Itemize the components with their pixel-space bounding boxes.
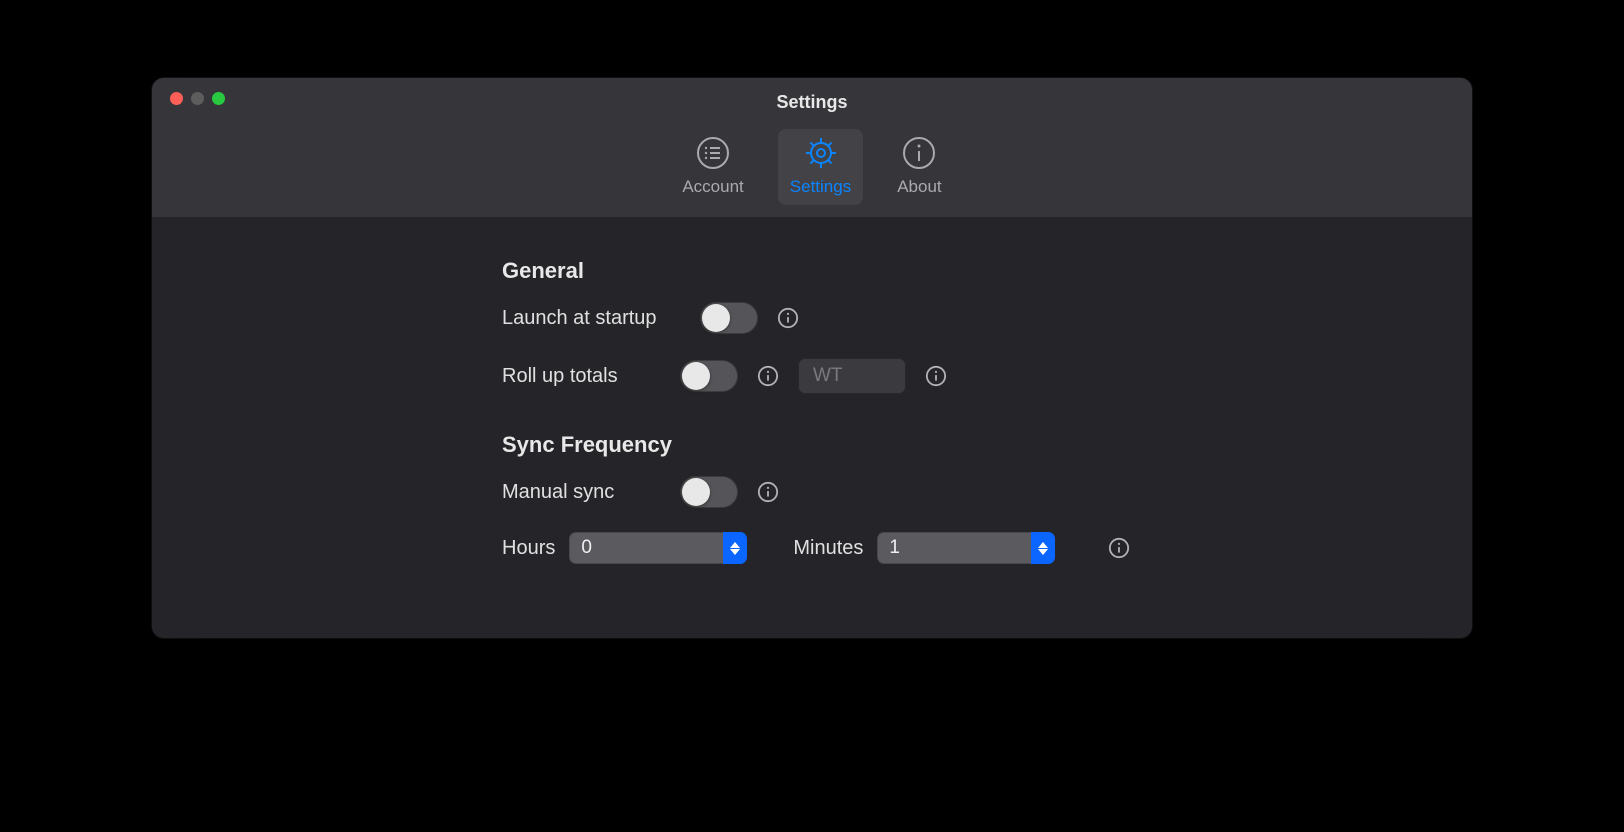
manual-sync-label: Manual sync <box>502 481 662 504</box>
toggle-knob <box>702 304 730 332</box>
hours-value: 0 <box>569 537 723 559</box>
toggle-knob <box>682 478 710 506</box>
minutes-select[interactable]: 1 <box>877 532 1055 564</box>
tab-account[interactable]: Account <box>670 129 755 205</box>
rollup-toggle[interactable] <box>680 360 738 392</box>
toggle-knob <box>682 362 710 390</box>
launch-info-icon[interactable] <box>776 306 800 330</box>
rollup-input[interactable] <box>798 358 906 394</box>
rollup-label: Roll up totals <box>502 365 662 388</box>
minutes-value: 1 <box>877 537 1031 559</box>
rollup-tag-info-icon[interactable] <box>924 364 948 388</box>
traffic-lights <box>170 92 225 105</box>
gear-icon <box>803 135 839 171</box>
stepper-arrows-icon <box>1031 532 1055 564</box>
hours-label: Hours <box>502 537 555 560</box>
maximize-button[interactable] <box>212 92 225 105</box>
window-title: Settings <box>170 92 1454 119</box>
rollup-row: Roll up totals <box>502 358 1412 394</box>
minutes-label: Minutes <box>793 537 863 560</box>
info-icon <box>901 135 937 171</box>
manual-sync-row: Manual sync <box>502 476 1412 508</box>
rollup-info-icon[interactable] <box>756 364 780 388</box>
sync-heading: Sync Frequency <box>502 432 1412 458</box>
content-pane: General Launch at startup Roll up totals <box>152 218 1472 638</box>
tab-settings-label: Settings <box>790 177 851 197</box>
tab-about-label: About <box>897 177 941 197</box>
close-button[interactable] <box>170 92 183 105</box>
launch-toggle[interactable] <box>700 302 758 334</box>
tab-about[interactable]: About <box>885 129 953 205</box>
settings-window: Settings Account <box>152 78 1472 638</box>
frequency-info-icon[interactable] <box>1107 536 1131 560</box>
list-icon <box>695 135 731 171</box>
minimize-button[interactable] <box>191 92 204 105</box>
frequency-row: Hours 0 Minutes 1 <box>502 532 1412 564</box>
stepper-arrows-icon <box>723 532 747 564</box>
hours-select[interactable]: 0 <box>569 532 747 564</box>
titlebar: Settings Account <box>152 78 1472 218</box>
tab-settings[interactable]: Settings <box>778 129 863 205</box>
manual-sync-toggle[interactable] <box>680 476 738 508</box>
launch-label: Launch at startup <box>502 307 682 330</box>
tab-account-label: Account <box>682 177 743 197</box>
launch-row: Launch at startup <box>502 302 1412 334</box>
manual-sync-info-icon[interactable] <box>756 480 780 504</box>
general-heading: General <box>502 258 1412 284</box>
toolbar: Account <box>170 119 1454 217</box>
